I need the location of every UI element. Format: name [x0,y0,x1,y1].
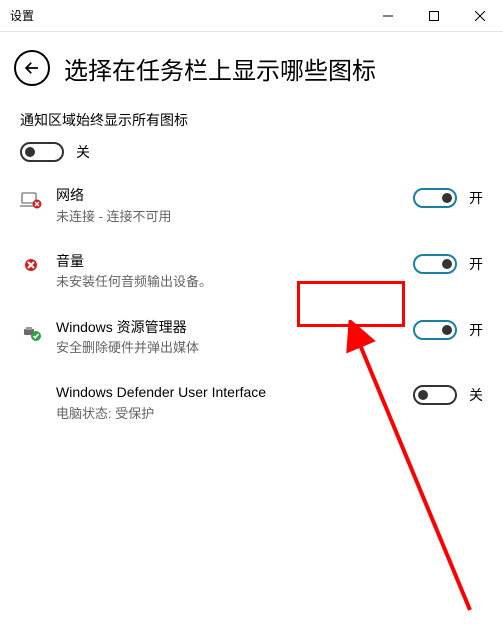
maximize-button[interactable] [411,0,457,32]
network-toggle[interactable] [413,188,457,208]
item-desc: 电脑状态: 受保护 [56,405,405,423]
volume-error-icon [20,254,42,276]
defender-toggle[interactable] [413,385,457,405]
toggle-state-label: 开 [469,320,483,340]
item-toggle-wrap: 开 [413,254,483,274]
list-item: Windows 资源管理器 安全删除硬件并弹出媒体 开 [20,318,483,358]
master-toggle-label: 通知区域始终显示所有图标 [20,110,483,130]
item-title: Windows Defender User Interface [56,383,405,403]
item-title: 网络 [56,186,405,206]
item-text: Windows 资源管理器 安全删除硬件并弹出媒体 [56,318,405,358]
item-desc: 未安装任何音频输出设备。 [56,273,405,291]
minimize-icon [383,11,393,21]
item-desc: 安全删除硬件并弹出媒体 [56,339,405,357]
defender-icon [20,385,42,407]
window-title: 设置 [0,7,365,24]
item-desc: 未连接 - 连接不可用 [56,208,405,226]
explorer-icon [20,320,42,342]
item-title: 音量 [56,252,405,272]
volume-toggle[interactable] [413,254,457,274]
page-title: 选择在任务栏上显示哪些图标 [64,51,376,86]
title-bar: 设置 [0,0,503,32]
list-item: Windows Defender User Interface 电脑状态: 受保… [20,383,483,423]
back-button[interactable] [14,50,50,86]
close-button[interactable] [457,0,503,32]
item-title: Windows 资源管理器 [56,318,405,338]
master-toggle-state: 关 [76,142,90,162]
item-text: 音量 未安装任何音频输出设备。 [56,252,405,292]
list-item: 音量 未安装任何音频输出设备。 开 [20,252,483,292]
list-item: 网络 未连接 - 连接不可用 开 [20,186,483,226]
content-area: 通知区域始终显示所有图标 关 网络 未连接 - 连接不可用 开 [0,110,503,423]
arrow-left-icon [23,59,41,77]
item-text: 网络 未连接 - 连接不可用 [56,186,405,226]
master-toggle[interactable] [20,142,64,162]
item-toggle-wrap: 开 [413,320,483,340]
item-toggle-wrap: 关 [413,385,483,405]
master-toggle-row: 关 [20,142,483,162]
maximize-icon [429,11,439,21]
toggle-state-label: 关 [469,385,483,405]
toggle-state-label: 开 [469,254,483,274]
minimize-button[interactable] [365,0,411,32]
item-text: Windows Defender User Interface 电脑状态: 受保… [56,383,405,423]
explorer-toggle[interactable] [413,320,457,340]
close-icon [475,11,485,21]
network-error-icon [20,188,42,210]
page-header: 选择在任务栏上显示哪些图标 [0,32,503,104]
item-toggle-wrap: 开 [413,188,483,208]
toggle-state-label: 开 [469,188,483,208]
